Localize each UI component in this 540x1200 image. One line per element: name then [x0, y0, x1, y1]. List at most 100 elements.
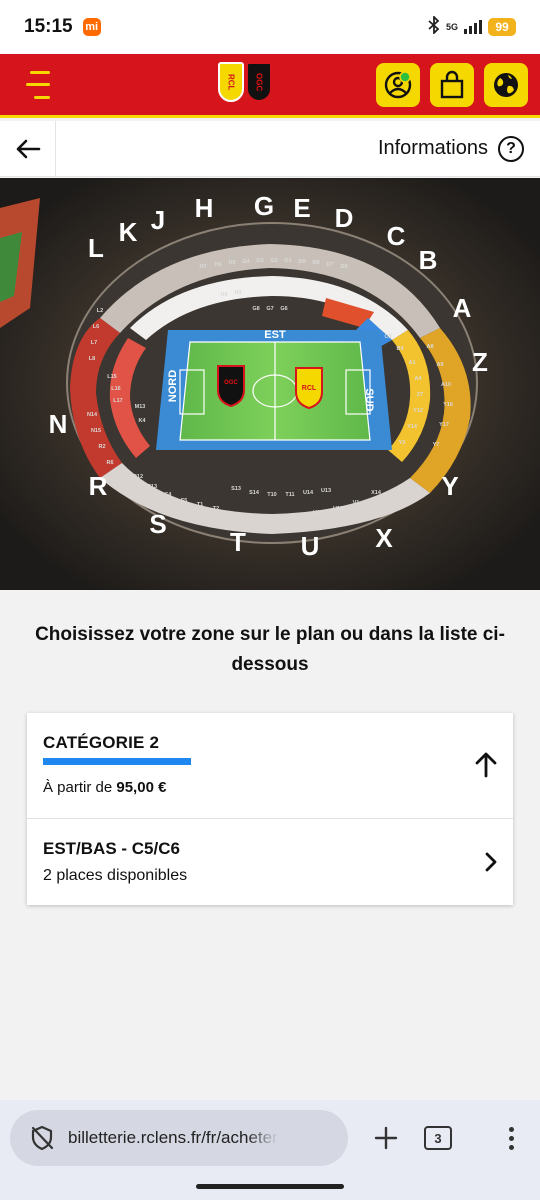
- svg-text:Y14: Y14: [407, 424, 418, 430]
- svg-text:S: S: [149, 509, 166, 539]
- back-button[interactable]: [0, 120, 56, 177]
- svg-text:R: R: [89, 471, 108, 501]
- svg-text:S4: S4: [165, 492, 173, 498]
- svg-text:Y: Y: [441, 471, 458, 501]
- category-header[interactable]: CATÉGORIE 2 À partir de 95,00 €: [27, 713, 513, 819]
- svg-text:E: E: [293, 193, 310, 223]
- svg-text:T10: T10: [267, 492, 276, 498]
- svg-text:Y16: Y16: [443, 402, 453, 408]
- stadium-seating-map[interactable]: EST NORD SUD OGC RCL H7 H6 H5 G4 G3 G2 G1 D9 D8 D…: [0, 178, 540, 590]
- network-type: 5G: [445, 21, 458, 32]
- address-bar[interactable]: billetterie.rclens.fr/fr/acheter: [10, 1110, 348, 1166]
- arrow-up-icon[interactable]: [473, 751, 499, 779]
- page-navigation-bar: Informations ?: [0, 120, 540, 177]
- account-button[interactable]: [376, 62, 420, 107]
- browser-toolbar: billetterie.rclens.fr/fr/acheter 3: [0, 1100, 540, 1176]
- svg-text:D: D: [335, 203, 354, 233]
- bluetooth-icon: [428, 14, 440, 39]
- svg-text:U14: U14: [303, 490, 314, 496]
- svg-text:G1: G1: [284, 258, 291, 264]
- club-logos[interactable]: RCL OGC: [218, 62, 272, 102]
- svg-text:U18: U18: [333, 506, 343, 512]
- zone-title: EST/BAS - C5/C6: [43, 839, 180, 858]
- zone-item-est-bas-c5-c6[interactable]: EST/BAS - C5/C6 2 places disponibles: [27, 819, 513, 905]
- svg-text:Y7: Y7: [433, 442, 440, 448]
- chevron-right-icon: [485, 852, 497, 872]
- gesture-navigation-bar: [0, 1176, 540, 1200]
- svg-text:D8: D8: [312, 260, 319, 266]
- svg-text:L2: L2: [97, 308, 103, 314]
- status-indicators: 5G 99: [428, 14, 516, 39]
- new-tab-button[interactable]: [368, 1120, 404, 1156]
- svg-text:A8: A8: [426, 344, 433, 350]
- svg-text:N14: N14: [87, 412, 98, 418]
- zone-selection-prompt: Choisissez votre zone sur le plan ou dan…: [35, 624, 505, 675]
- svg-text:Y3: Y3: [399, 440, 406, 446]
- tab-switcher-button[interactable]: 3: [424, 1126, 452, 1150]
- informations-link[interactable]: Informations ?: [377, 135, 524, 162]
- svg-text:A4: A4: [414, 376, 422, 382]
- language-button[interactable]: [484, 62, 528, 107]
- svg-text:Z7: Z7: [417, 392, 423, 398]
- svg-text:J: J: [151, 205, 165, 235]
- rc-lens-logo: RCL: [218, 62, 244, 102]
- svg-text:Y17: Y17: [439, 422, 449, 428]
- svg-text:T: T: [230, 527, 246, 557]
- svg-text:B: B: [419, 245, 438, 275]
- zone-availability: 2 places disponibles: [43, 867, 188, 884]
- svg-text:Y12: Y12: [413, 408, 423, 414]
- svg-text:N: N: [49, 409, 68, 439]
- svg-text:C: C: [387, 221, 406, 251]
- svg-text:R12: R12: [133, 474, 143, 480]
- price-value: 95,00 €: [116, 779, 167, 796]
- menu-button[interactable]: [20, 70, 50, 99]
- browser-menu-button[interactable]: [509, 1126, 514, 1150]
- svg-text:V1: V1: [353, 500, 360, 506]
- ogc-nice-logo: OGC: [246, 62, 272, 102]
- svg-text:A: A: [453, 293, 472, 323]
- cart-button[interactable]: [430, 62, 474, 107]
- shield-off-icon: [31, 1125, 54, 1151]
- svg-text:X14: X14: [371, 490, 382, 496]
- header-actions: [376, 62, 528, 107]
- svg-text:L8: L8: [89, 356, 95, 362]
- url-text: billetterie.rclens.fr/fr/acheter: [68, 1128, 278, 1147]
- price-prefix: À partir de: [43, 779, 113, 796]
- svg-text:H6: H6: [214, 262, 221, 268]
- svg-text:G7: G7: [266, 306, 273, 312]
- svg-text:H4: H4: [220, 292, 228, 298]
- svg-text:D6: D6: [340, 264, 347, 270]
- stand-label-sud: SUD: [363, 388, 375, 411]
- account-icon: [384, 70, 412, 98]
- plus-icon: [374, 1126, 398, 1150]
- status-time: 15:15: [24, 16, 73, 37]
- svg-text:D9: D9: [298, 259, 305, 265]
- svg-text:OGC: OGC: [224, 380, 238, 386]
- svg-text:L16: L16: [111, 386, 120, 392]
- svg-text:D7: D7: [326, 262, 333, 268]
- svg-text:G6: G6: [280, 306, 287, 312]
- svg-text:A1: A1: [408, 360, 415, 366]
- svg-text:R6: R6: [106, 460, 113, 466]
- mi-notification-icon: mi: [82, 18, 101, 36]
- stand-label-est: EST: [264, 329, 286, 341]
- globe-icon: [494, 72, 518, 97]
- svg-text:RCL: RCL: [302, 385, 317, 392]
- svg-text:T11: T11: [285, 492, 294, 498]
- svg-text:T2: T2: [213, 506, 219, 512]
- svg-text:L6: L6: [93, 324, 99, 330]
- svg-text:A10: A10: [441, 382, 451, 388]
- informations-label: Informations: [377, 137, 488, 159]
- svg-text:X: X: [375, 523, 393, 553]
- svg-text:R13: R13: [147, 484, 157, 490]
- signal-icon: [464, 20, 482, 34]
- svg-text:S13: S13: [231, 486, 241, 492]
- ogc-nice-pitch-logo: OGC: [217, 365, 245, 408]
- svg-text:S14: S14: [249, 490, 260, 496]
- category-card: CATÉGORIE 2 À partir de 95,00 € EST/BAS …: [27, 713, 513, 905]
- status-bar: 15:15 mi 5G 99: [0, 0, 540, 54]
- svg-text:C3: C3: [384, 334, 391, 340]
- svg-text:U13: U13: [321, 488, 331, 494]
- home-handle[interactable]: [196, 1184, 344, 1189]
- svg-text:G8: G8: [252, 306, 259, 312]
